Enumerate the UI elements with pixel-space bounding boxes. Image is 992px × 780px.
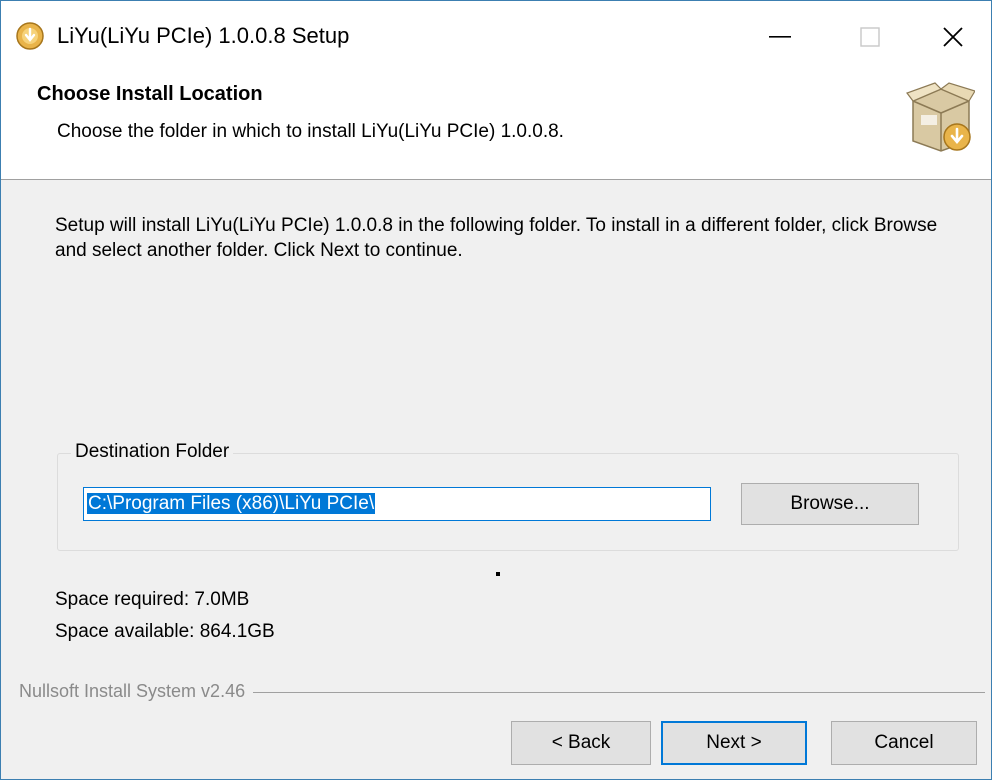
minimize-button[interactable]: [735, 1, 825, 73]
back-button[interactable]: < Back: [511, 721, 651, 765]
intro-text: Setup will install LiYu(LiYu PCIe) 1.0.0…: [55, 215, 938, 261]
close-button[interactable]: [915, 1, 991, 73]
maximize-icon: [860, 27, 880, 47]
page-subtitle: Choose the folder in which to install Li…: [57, 121, 564, 142]
install-box-icon: [906, 82, 975, 152]
close-icon: [943, 27, 963, 47]
page-header: Choose Install Location Choose the folde…: [1, 73, 991, 180]
space-available-text: Space available: 864.1GB: [55, 621, 275, 642]
installer-branding: Nullsoft Install System v2.46: [19, 681, 254, 702]
destination-path-value: C:\Program Files (x86)\LiYu PCIe\: [87, 493, 376, 514]
installer-window: LiYu(LiYu PCIe) 1.0.0.8 Setup Choose Ins…: [0, 0, 992, 780]
title-bar[interactable]: LiYu(LiYu PCIe) 1.0.0.8 Setup: [1, 1, 991, 73]
space-required-text: Space required: 7.0MB: [55, 589, 250, 610]
installer-disc-icon: [16, 22, 44, 50]
page-title: Choose Install Location: [37, 83, 263, 105]
cancel-button[interactable]: Cancel: [831, 721, 977, 765]
browse-button[interactable]: Browse...: [741, 483, 919, 525]
mouse-cursor: [496, 572, 500, 576]
next-button[interactable]: Next >: [661, 721, 807, 765]
window-title: LiYu(LiYu PCIe) 1.0.0.8 Setup: [57, 23, 350, 48]
destination-folder-label: Destination Folder: [71, 441, 234, 463]
maximize-button[interactable]: [825, 1, 915, 73]
minimize-icon: [769, 36, 791, 38]
destination-path-input[interactable]: C:\Program Files (x86)\LiYu PCIe\: [83, 487, 711, 521]
